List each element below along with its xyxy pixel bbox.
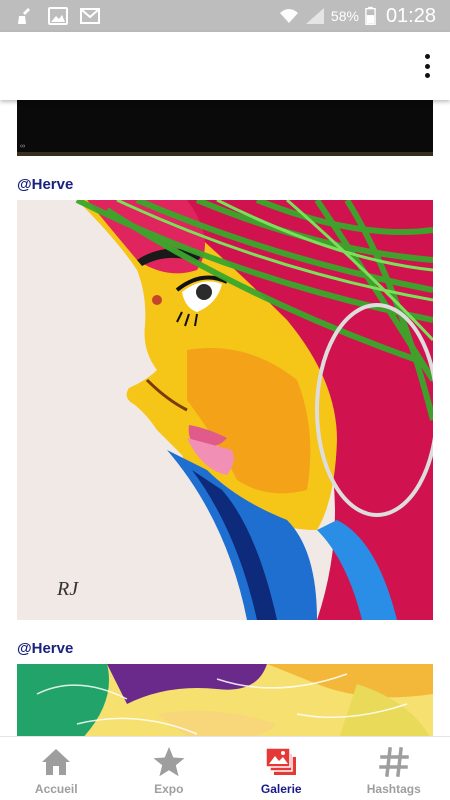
image-icon: [48, 7, 68, 25]
status-bar: 58% 01:28: [0, 0, 450, 32]
status-bar-system: 58% 01:28: [279, 5, 450, 28]
gallery-feed[interactable]: ∞ @Herve RJ @Herve: [0, 100, 450, 736]
post-author[interactable]: @Herve: [17, 620, 433, 664]
app-bar: [0, 32, 450, 100]
screen: 58% 01:28 ∞ @Herve RJ @Herve Accueil Exp…: [0, 0, 450, 800]
post-author[interactable]: @Herve: [17, 156, 433, 200]
status-bar-notifications: [0, 7, 100, 25]
wifi-icon: [279, 9, 298, 23]
black-canvas-painting: ∞: [17, 100, 433, 156]
gmail-icon: [80, 8, 100, 24]
clock: 01:28: [385, 4, 436, 27]
svg-text:RJ: RJ: [56, 578, 79, 600]
nav-label-expo: Expo: [154, 782, 184, 796]
svg-text:∞: ∞: [20, 143, 25, 150]
nav-item-galerie[interactable]: Galerie: [225, 737, 338, 800]
more-vert-icon[interactable]: [422, 54, 432, 78]
post-image[interactable]: RJ: [17, 200, 433, 620]
signal-icon: [305, 8, 324, 24]
post: ∞: [0, 100, 450, 156]
profile-woman-painting: RJ: [17, 200, 433, 620]
hash-icon: [379, 747, 409, 777]
nav-item-accueil[interactable]: Accueil: [0, 737, 113, 800]
home-icon: [42, 749, 71, 775]
nav-item-hashtags[interactable]: Hashtags: [338, 737, 450, 800]
battery-percent: 58%: [330, 8, 359, 24]
nav-label-accueil: Accueil: [34, 782, 78, 796]
post: @Herve: [0, 156, 450, 620]
gallery-icon: [265, 747, 297, 775]
post-image[interactable]: [17, 664, 433, 736]
bottom-navigation: Accueil Expo Galerie Hashtags: [0, 736, 450, 800]
post-image[interactable]: ∞: [17, 100, 433, 156]
nav-label-hashtags: Hashtags: [366, 782, 421, 796]
star-icon: [153, 747, 185, 777]
nav-label-galerie: Galerie: [260, 782, 302, 796]
battery-icon: [365, 6, 376, 25]
post: @Herve: [0, 620, 450, 736]
broom-icon: [18, 8, 30, 24]
abstract-colorful-painting: [17, 664, 433, 736]
nav-item-expo[interactable]: Expo: [113, 737, 226, 800]
